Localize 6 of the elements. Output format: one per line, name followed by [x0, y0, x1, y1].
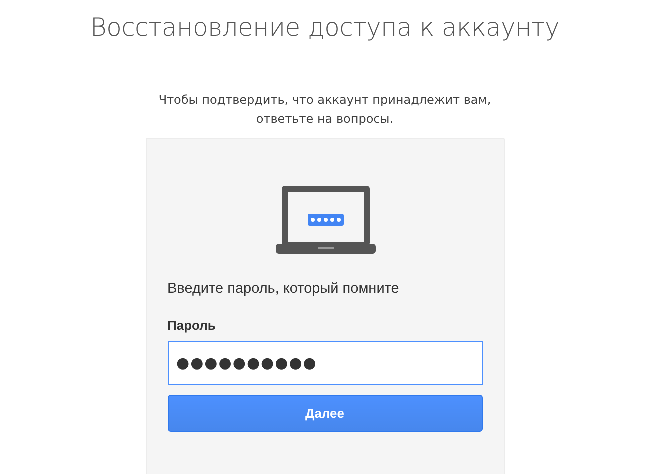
instruction-text: Чтобы подтвердить, что аккаунт принадлежит вам, ответьте на вопросы.: [158, 92, 492, 128]
password-field[interactable]: ●●●●●●●●●●: [168, 341, 482, 385]
page-title: Восстановление доступа к аккаунту: [90, 13, 560, 42]
prompt-text: Введите пароль, который помните: [168, 281, 400, 297]
field-label: Пароль: [168, 318, 216, 333]
laptop-icon: [276, 186, 376, 254]
